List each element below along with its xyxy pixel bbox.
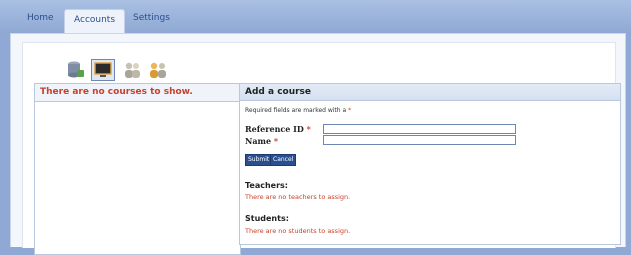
- name-required-mark: *: [273, 136, 279, 146]
- users-icon[interactable]: [122, 61, 142, 79]
- reference-id-required-mark: *: [306, 124, 311, 134]
- teachers-heading: Teachers:: [245, 181, 288, 190]
- tab-settings[interactable]: Settings: [133, 8, 170, 28]
- top-nav: Home Accounts Settings: [0, 0, 631, 35]
- cancel-button[interactable]: Cancel: [270, 154, 297, 166]
- monitor-icon[interactable]: [91, 59, 115, 81]
- tab-accounts[interactable]: Accounts: [64, 9, 126, 35]
- submit-button[interactable]: Submit: [245, 154, 273, 166]
- name-input[interactable]: [323, 135, 516, 145]
- no-courses-message: There are no courses to show.: [35, 84, 240, 102]
- teachers-note: There are no teachers to assign.: [245, 193, 351, 201]
- course-list-panel: There are no courses to show.: [34, 83, 241, 255]
- people-icon[interactable]: [148, 61, 168, 79]
- add-course-form: Add a course Required fields are marked …: [239, 83, 621, 245]
- tab-home[interactable]: Home: [27, 8, 54, 28]
- students-note: There are no students to assign.: [245, 227, 351, 235]
- form-title: Add a course: [240, 84, 620, 101]
- required-mark: *: [348, 107, 352, 114]
- required-note: Required fields are marked with a *: [245, 107, 351, 114]
- required-note-text: Required fields are marked with a: [245, 107, 349, 114]
- reference-id-label-text: Reference ID: [245, 124, 304, 134]
- reference-id-input[interactable]: [323, 124, 516, 134]
- reference-id-label: Reference ID *: [245, 124, 311, 134]
- content-area: There are no courses to show. Add a cour…: [22, 42, 621, 255]
- main-panel: There are no courses to show. Add a cour…: [10, 33, 626, 255]
- name-label-text: Name: [245, 136, 272, 146]
- name-label: Name *: [245, 136, 278, 146]
- students-heading: Students:: [245, 214, 289, 223]
- database-icon[interactable]: [66, 61, 86, 79]
